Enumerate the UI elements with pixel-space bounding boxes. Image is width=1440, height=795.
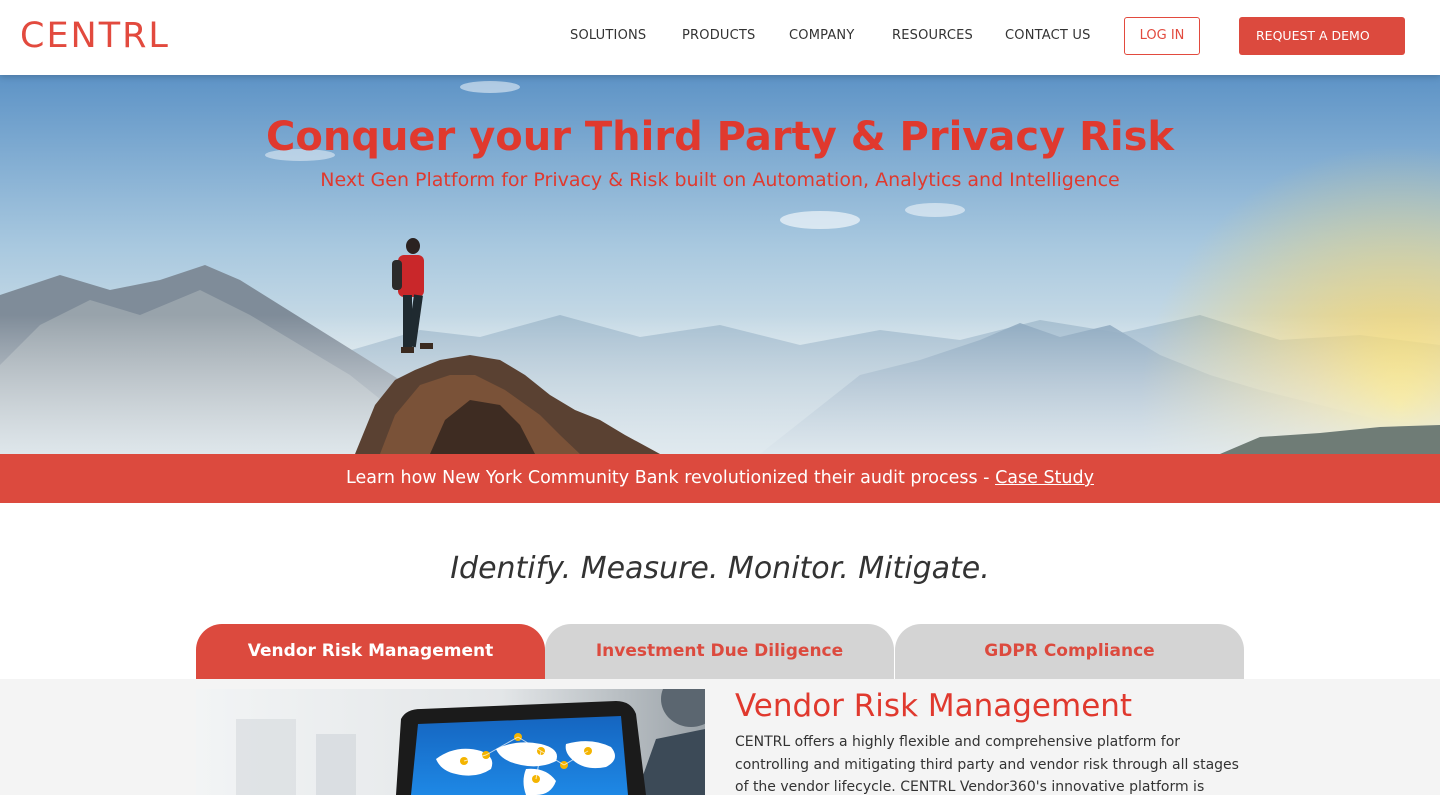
tagline: Identify. Measure. Monitor. Mitigate.	[450, 551, 990, 586]
tab-vendor-risk-management[interactable]: Vendor Risk Management	[196, 624, 545, 679]
panel-description: CENTRL offers a highly flexible and comp…	[735, 734, 1239, 795]
centrl-logo[interactable]: CENTRL	[20, 14, 170, 58]
site-header: CENTRL SOLUTIONS PRODUCTS COMPANY RESOUR…	[0, 0, 1440, 75]
tab-gdpr-compliance[interactable]: GDPR Compliance	[895, 624, 1244, 679]
nav-resources[interactable]: RESOURCES	[892, 26, 973, 46]
nav-solutions[interactable]: SOLUTIONS	[570, 26, 646, 46]
hero-title: Conquer your Third Party & Privacy Risk	[266, 114, 1174, 160]
hero-section: Conquer your Third Party & Privacy Risk …	[0, 75, 1440, 454]
nav-contact-us[interactable]: CONTACT US	[1005, 26, 1091, 46]
case-study-banner: Learn how New York Community Bank revolu…	[0, 454, 1440, 503]
login-button[interactable]: LOG IN	[1124, 17, 1200, 55]
nav-products[interactable]: PRODUCTS	[682, 26, 756, 46]
banner-text: Learn how New York Community Bank revolu…	[346, 468, 996, 488]
case-study-link[interactable]: Case Study	[995, 468, 1094, 488]
tablet-world-map-image	[196, 689, 705, 795]
hero-subtitle: Next Gen Platform for Privacy & Risk bui…	[320, 169, 1120, 191]
request-demo-button[interactable]: REQUEST A DEMO	[1239, 17, 1405, 55]
nav-company[interactable]: COMPANY	[789, 26, 855, 46]
tab-investment-due-diligence[interactable]: Investment Due Diligence	[545, 624, 894, 679]
panel-title: Vendor Risk Management	[735, 688, 1133, 724]
